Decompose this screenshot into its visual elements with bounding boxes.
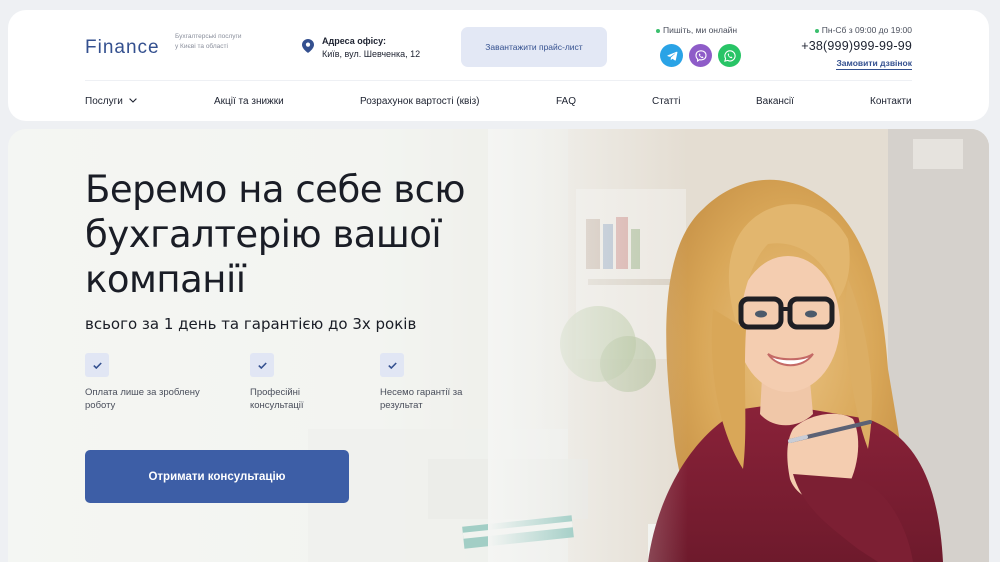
nav-faq[interactable]: FAQ [556, 96, 576, 107]
online-dot-icon [656, 28, 660, 33]
feature-item: Оплата лише за зроблену роботу [85, 353, 220, 412]
address-title: Адреса офісу: [322, 36, 386, 46]
whatsapp-icon [723, 49, 736, 62]
phone-number[interactable]: +38(999)999-99-99 [801, 39, 912, 53]
hero-title: Беремо на себе всю бухгалтерію вашої ком… [85, 168, 466, 301]
check-icon-box [250, 353, 274, 377]
address-value: Київ, вул. Шевченка, 12 [322, 49, 421, 59]
online-label: Пишіть, ми онлайн [656, 25, 737, 35]
whatsapp-button[interactable] [718, 44, 741, 67]
request-call-link[interactable]: Замовити дзвінок [836, 58, 912, 70]
logo[interactable]: Finance [85, 37, 160, 59]
check-icon [257, 361, 267, 369]
hero-subtitle: всього за 1 день та гарантією до 3х рокі… [85, 315, 417, 333]
hero-section: Беремо на себе всю бухгалтерію вашої ком… [8, 129, 989, 562]
nav-promotions[interactable]: Акції та знижки [214, 96, 284, 107]
check-icon [387, 361, 397, 369]
nav-contacts[interactable]: Контакти [870, 96, 912, 107]
nav-services[interactable]: Послуги [85, 96, 137, 107]
working-hours: Пн-Сб з 09:00 до 19:00 [814, 25, 912, 35]
hours-dot-icon [814, 28, 819, 33]
chevron-down-icon [129, 98, 137, 103]
location-pin-icon [302, 39, 314, 53]
check-icon-box [380, 353, 404, 377]
telegram-button[interactable] [660, 44, 683, 67]
header-divider [85, 80, 912, 81]
viber-icon [694, 49, 707, 62]
nav-vacancies[interactable]: Вакансії [756, 96, 794, 107]
feature-item: Несемо гарантії за результат [380, 353, 515, 412]
check-icon-box [85, 353, 109, 377]
site-header: Finance Бухгалтерські послуги у Києві та… [8, 10, 989, 121]
get-consultation-button[interactable]: Отримати консультацію [85, 450, 349, 503]
online-label-text: Пишіть, ми онлайн [663, 25, 738, 35]
feature-item: Професійні консультації [250, 353, 385, 412]
check-icon [92, 361, 102, 369]
feature-text: Несемо гарантії за результат [380, 387, 463, 411]
feature-text: Професійні консультації [250, 387, 304, 411]
logo-tagline: Бухгалтерські послуги у Києві та області [175, 33, 242, 50]
nav-articles[interactable]: Статті [652, 96, 680, 107]
download-price-button[interactable]: Завантажити прайс-лист [461, 27, 607, 67]
nav-quiz[interactable]: Розрахунок вартості (квіз) [360, 96, 480, 107]
viber-button[interactable] [689, 44, 712, 67]
feature-text: Оплата лише за зроблену роботу [85, 387, 200, 411]
working-hours-text: Пн-Сб з 09:00 до 19:00 [821, 25, 912, 35]
telegram-icon [666, 51, 677, 61]
nav-services-label: Послуги [85, 96, 123, 107]
